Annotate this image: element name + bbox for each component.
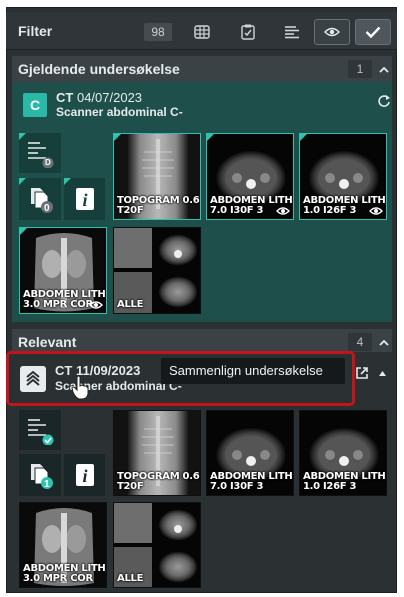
filter-label: Filter	[18, 23, 53, 39]
refresh-icon[interactable]	[377, 94, 391, 108]
selected-marker	[19, 133, 26, 140]
current-section-header[interactable]: Gjeldende undersøkelse 1	[12, 56, 392, 82]
series-grid-icon[interactable]	[190, 21, 214, 43]
series-thumbnail[interactable]: ABDOMEN LITH 7.0 I30F 3	[206, 410, 294, 496]
exam-date: 04/07/2023	[76, 90, 143, 105]
filter-count-badge: 98	[144, 23, 172, 41]
info-tile[interactable]: i	[64, 178, 105, 220]
series-thumbnail[interactable]: ABDOMEN LITH 1.0 I26F 3	[299, 410, 387, 496]
documents-icon	[31, 188, 53, 213]
current-section-count: 1	[348, 60, 372, 78]
info-icon: i	[76, 464, 94, 486]
exam-status-badge: C	[23, 93, 47, 117]
check-icon	[365, 26, 381, 38]
attachments-tile[interactable]: 1	[19, 454, 61, 496]
filter-bar: Filter 98	[6, 12, 397, 50]
series-thumbnail-all[interactable]: ALLE	[113, 502, 201, 588]
series-thumbnail[interactable]: ABDOMEN LITH 1.0 I26F 3	[299, 133, 387, 220]
attachment-count: 1	[44, 479, 50, 490]
selected-marker	[19, 178, 26, 185]
selected-marker	[207, 134, 214, 141]
chevron-up-icon[interactable]	[376, 332, 392, 352]
confirm-button[interactable]	[355, 19, 391, 45]
eye-icon	[324, 27, 340, 37]
series-label: ABDOMEN LITH 1.0 I26F 3	[303, 471, 386, 492]
checklist-icon[interactable]	[236, 21, 260, 43]
series-thumbnail[interactable]: ABDOMEN LITH 3.0 MPR COR	[19, 502, 107, 588]
open-external-icon[interactable]	[355, 366, 369, 380]
svg-text:i: i	[82, 190, 87, 210]
selected-marker	[20, 228, 27, 235]
relevant-section-title: Relevant	[18, 334, 77, 350]
report-tile[interactable]	[19, 410, 61, 450]
series-label: ABDOMEN LITH 3.0 MPR COR	[23, 563, 106, 584]
pointer-hand-icon	[71, 375, 89, 400]
list-icon[interactable]	[280, 21, 304, 43]
selected-marker	[114, 134, 121, 141]
exam-header[interactable]: CT 04/07/2023	[56, 90, 142, 105]
chevron-up-icon[interactable]	[376, 59, 392, 79]
current-section-title: Gjeldende undersøkelse	[18, 61, 180, 77]
series-label: ALLE	[117, 573, 144, 584]
selected-marker	[64, 178, 71, 185]
series-label: ABDOMEN LITH 7.0 I30F 3	[210, 471, 293, 492]
attachment-count: 0	[44, 203, 50, 214]
series-label: TOPOGRAM 0.6 T20F	[117, 195, 200, 216]
series-thumbnail[interactable]: TOPOGRAM 0.6 T20F	[113, 410, 201, 496]
report-tile[interactable]: D	[19, 133, 61, 173]
attachments-tile[interactable]: 0	[19, 178, 61, 220]
series-thumbnail[interactable]: ABDOMEN LITH 7.0 I30F 3	[206, 133, 294, 220]
series-thumbnail[interactable]: ABDOMEN LITH 3.0 MPR COR	[19, 227, 107, 314]
report-doc-badge: D	[45, 158, 51, 167]
eye-icon	[276, 207, 290, 215]
report-icon	[28, 419, 54, 445]
eye-icon	[89, 301, 103, 309]
eye-icon	[369, 207, 383, 215]
selected-marker	[300, 134, 307, 141]
info-tile[interactable]: i	[64, 454, 105, 496]
relevant-section-count: 4	[348, 333, 372, 351]
chevron-up-small-icon[interactable]	[378, 364, 387, 382]
exam-description: Scanner abdominal C-	[56, 105, 183, 119]
documents-icon	[31, 464, 53, 489]
series-label: ALLE	[117, 299, 144, 310]
series-label: TOPOGRAM 0.6 T20F	[117, 471, 200, 492]
series-thumbnail[interactable]: TOPOGRAM 0.6 T20F	[113, 133, 201, 220]
info-icon: i	[76, 188, 94, 210]
series-thumbnail-all[interactable]: ALLE	[113, 227, 201, 314]
svg-text:i: i	[82, 466, 87, 486]
highlight-box	[6, 351, 355, 406]
exam-modality: CT	[56, 90, 74, 105]
eye-toggle-button[interactable]	[314, 19, 350, 45]
